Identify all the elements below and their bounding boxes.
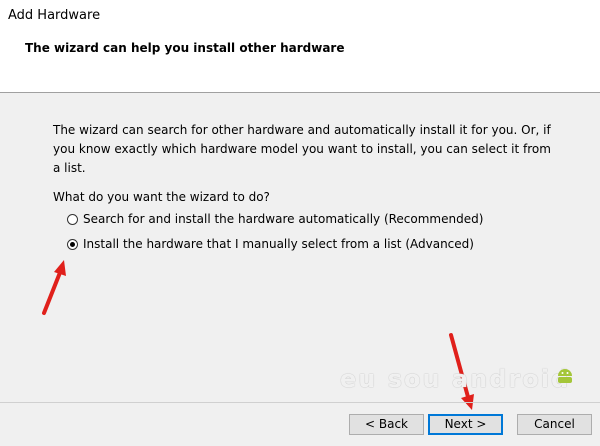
radio-checked-icon[interactable] (67, 238, 78, 250)
question-label: What do you want the wizard to do? (53, 190, 270, 204)
radio-unchecked-icon[interactable] (67, 213, 78, 225)
wizard-header: The wizard can help you install other ha… (0, 32, 600, 93)
description-text: The wizard can search for other hardware… (53, 123, 551, 175)
wizard-body: The wizard can search for other hardware… (0, 93, 600, 403)
title-bar: Add Hardware (0, 0, 600, 32)
option-manual-select[interactable]: Install the hardware that I manually sel… (67, 237, 474, 251)
cancel-button[interactable]: Cancel (517, 414, 592, 435)
option-manual-select-label: Install the hardware that I manually sel… (83, 237, 474, 251)
header-title: The wizard can help you install other ha… (25, 41, 345, 55)
android-logo-icon (558, 369, 572, 383)
next-button[interactable]: Next > (428, 414, 503, 435)
window-title: Add Hardware (8, 8, 101, 23)
watermark-text: eu sou android (340, 365, 571, 393)
footer-divider (0, 402, 600, 403)
option-auto-search[interactable]: Search for and install the hardware auto… (67, 212, 483, 226)
back-button[interactable]: < Back (349, 414, 424, 435)
option-auto-search-label: Search for and install the hardware auto… (83, 212, 484, 226)
